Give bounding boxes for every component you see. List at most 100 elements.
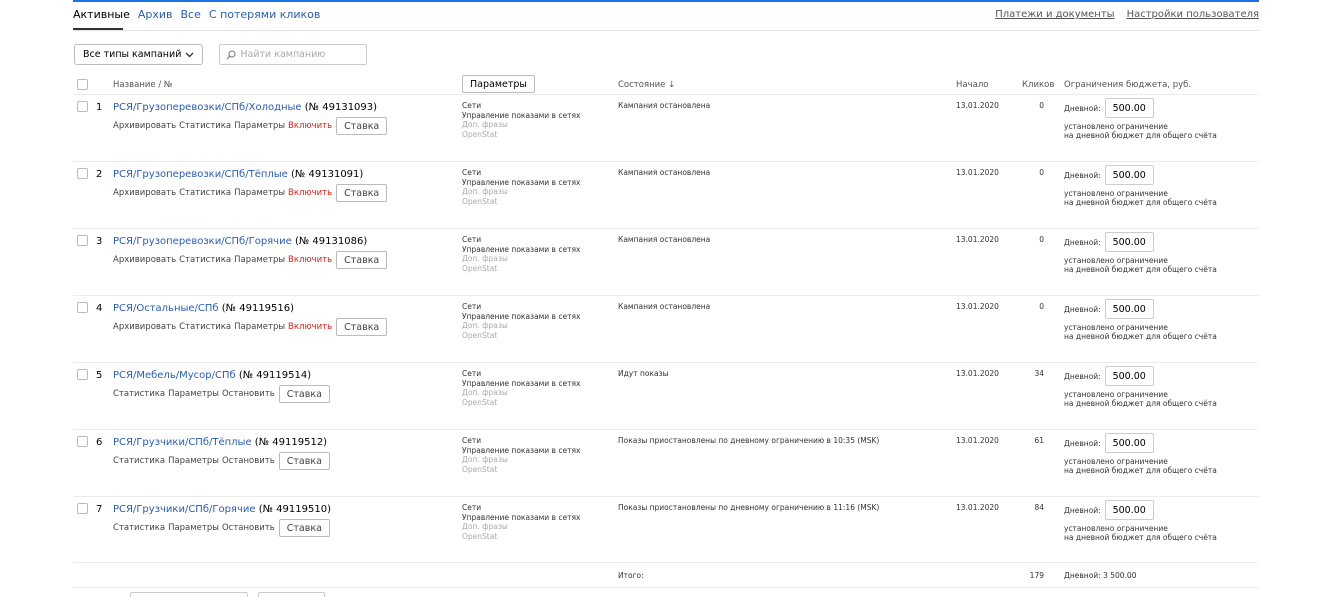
budget-note-line1: установлено ограничение <box>1064 323 1168 332</box>
campaign-title: РСЯ/Грузчики/СПб/Горячие (№ 49119510) <box>113 504 331 515</box>
campaign-clicks: 0 <box>1039 302 1044 311</box>
rate-button[interactable]: Ставка <box>336 318 388 336</box>
tab-active[interactable]: Активные <box>73 8 130 21</box>
row-action-link[interactable]: Статистика <box>179 322 231 332</box>
budget-value-field[interactable]: 500.00 <box>1104 299 1154 319</box>
row-action-link[interactable]: Архивировать <box>113 322 176 332</box>
network-management: Управление показами в сетях <box>462 512 581 522</box>
search-input[interactable] <box>240 49 361 60</box>
params-button[interactable]: Параметры <box>462 75 535 93</box>
stop-link[interactable]: Остановить <box>222 389 275 399</box>
budget-value-field[interactable]: 500.00 <box>1104 232 1154 252</box>
tab-archive[interactable]: Архив <box>138 8 173 21</box>
row-action-link[interactable]: Статистика <box>113 456 165 466</box>
row-checkbox[interactable] <box>77 302 88 313</box>
header-clicks: Кликов <box>1022 80 1055 90</box>
network-management: Управление показами в сетях <box>462 110 581 120</box>
campaign-id: (№ 49131091) <box>291 169 364 180</box>
row-checkbox[interactable] <box>77 101 88 112</box>
payments-link[interactable]: Платежи и документы <box>995 9 1114 20</box>
filters-bar: Все типы кампаний <box>74 44 368 65</box>
rate-button[interactable]: Ставка <box>278 385 330 403</box>
bottom-action-button[interactable] <box>130 592 248 597</box>
row-checkbox[interactable] <box>77 436 88 447</box>
rate-button[interactable]: Ставка <box>336 117 388 135</box>
stop-link[interactable]: Остановить <box>222 456 275 466</box>
row-action-link[interactable]: Параметры <box>234 255 285 265</box>
budget-note-line1: установлено ограничение <box>1064 524 1168 533</box>
campaign-id: (№ 49119514) <box>238 370 312 381</box>
campaign-name-link[interactable]: РСЯ/Остальные/СПб <box>113 303 219 314</box>
row-actions: Статистика Параметры Остановить Ставка <box>113 519 330 537</box>
enable-link[interactable]: Включить <box>288 121 332 131</box>
row-action-link[interactable]: Статистика <box>179 188 231 198</box>
campaign-type-label: Все типы кампаний <box>83 49 182 60</box>
row-action-link[interactable]: Параметры <box>168 456 219 466</box>
campaign-type-select[interactable]: Все типы кампаний <box>74 44 204 65</box>
tabs-divider <box>73 30 1259 31</box>
row-action-link[interactable]: Параметры <box>168 389 219 399</box>
budget-cell: Дневной: 500.00 установлено ограничение … <box>1064 433 1217 475</box>
enable-link[interactable]: Включить <box>288 322 332 332</box>
row-action-link[interactable]: Параметры <box>234 322 285 332</box>
row-action-link[interactable]: Параметры <box>234 188 285 198</box>
row-checkbox[interactable] <box>77 369 88 380</box>
budget-label: Дневной: <box>1064 371 1101 381</box>
total-label: Итого: <box>618 571 644 580</box>
row-number: 3 <box>96 236 103 247</box>
campaign-name-link[interactable]: РСЯ/Мебель/Мусор/СПб <box>113 370 236 381</box>
row-action-link[interactable]: Статистика <box>113 389 165 399</box>
budget-value-field[interactable]: 500.00 <box>1104 98 1154 118</box>
row-divider <box>73 429 1259 430</box>
row-action-link[interactable]: Статистика <box>179 121 231 131</box>
campaign-name-link[interactable]: РСЯ/Грузчики/СПб/Тёплые <box>113 437 252 448</box>
campaign-name-link[interactable]: РСЯ/Грузоперевозки/СПб/Тёплые <box>113 169 288 180</box>
campaign-start-date: 13.01.2020 <box>956 235 999 244</box>
row-action-link[interactable]: Статистика <box>113 523 165 533</box>
total-clicks: 179 <box>1029 571 1044 580</box>
campaign-title: РСЯ/Остальные/СПб (№ 49119516) <box>113 303 294 314</box>
campaign-title: РСЯ/Грузчики/СПб/Тёплые (№ 49119512) <box>113 437 327 448</box>
campaign-name-link[interactable]: РСЯ/Грузоперевозки/СПб/Горячие <box>113 236 292 247</box>
campaign-state: Кампания остановлена <box>618 235 711 244</box>
rate-button[interactable]: Ставка <box>336 251 388 269</box>
row-action-link[interactable]: Статистика <box>179 255 231 265</box>
rate-button[interactable]: Ставка <box>278 452 330 470</box>
row-action-link[interactable]: Архивировать <box>113 121 176 131</box>
budget-value-field[interactable]: 500.00 <box>1104 165 1154 185</box>
tab-lost-clicks[interactable]: С потерями кликов <box>209 8 321 21</box>
network-info: Сети Управление показами в сетях Доп. фр… <box>462 168 580 206</box>
enable-link[interactable]: Включить <box>288 255 332 265</box>
select-all-checkbox[interactable] <box>77 79 88 90</box>
budget-note-line2: на дневной бюджет для общего счёта <box>1064 131 1217 140</box>
rate-button[interactable]: Ставка <box>336 184 388 202</box>
campaign-id: (№ 49119512) <box>254 437 328 448</box>
row-checkbox[interactable] <box>77 235 88 246</box>
campaign-state: Показы приостановлены по дневному ограни… <box>618 436 880 445</box>
campaign-name-link[interactable]: РСЯ/Грузчики/СПб/Горячие <box>113 504 256 515</box>
network-type: Сети <box>462 168 482 177</box>
row-action-link[interactable]: Архивировать <box>113 188 176 198</box>
campaign-name-link[interactable]: РСЯ/Грузоперевозки/СПб/Холодные <box>113 102 302 113</box>
rate-button[interactable]: Ставка <box>278 519 330 537</box>
network-info: Сети Управление показами в сетях Доп. фр… <box>462 503 580 541</box>
user-settings-link[interactable]: Настройки пользователя <box>1127 9 1259 20</box>
enable-link[interactable]: Включить <box>288 188 332 198</box>
row-checkbox[interactable] <box>77 503 88 514</box>
budget-value-field[interactable]: 500.00 <box>1104 433 1154 453</box>
budget-value-field[interactable]: 500.00 <box>1104 366 1154 386</box>
row-action-link[interactable]: Архивировать <box>113 255 176 265</box>
tab-all[interactable]: Все <box>181 8 201 21</box>
campaign-start-date: 13.01.2020 <box>956 168 999 177</box>
row-action-link[interactable]: Параметры <box>168 523 219 533</box>
row-actions: Архивировать Статистика Параметры Включить С… <box>113 184 388 202</box>
budget-value-field[interactable]: 500.00 <box>1104 500 1154 520</box>
campaign-title: РСЯ/Мебель/Мусор/СПб (№ 49119514) <box>113 370 311 381</box>
stop-link[interactable]: Остановить <box>222 523 275 533</box>
budget-cell: Дневной: 500.00 установлено ограничение … <box>1064 366 1217 408</box>
header-state[interactable]: Состояние ↓ <box>618 80 675 90</box>
row-checkbox[interactable] <box>77 168 88 179</box>
row-action-link[interactable]: Параметры <box>234 121 285 131</box>
row-actions: Статистика Параметры Остановить Ставка <box>113 452 330 470</box>
bottom-secondary-button[interactable] <box>258 592 325 597</box>
